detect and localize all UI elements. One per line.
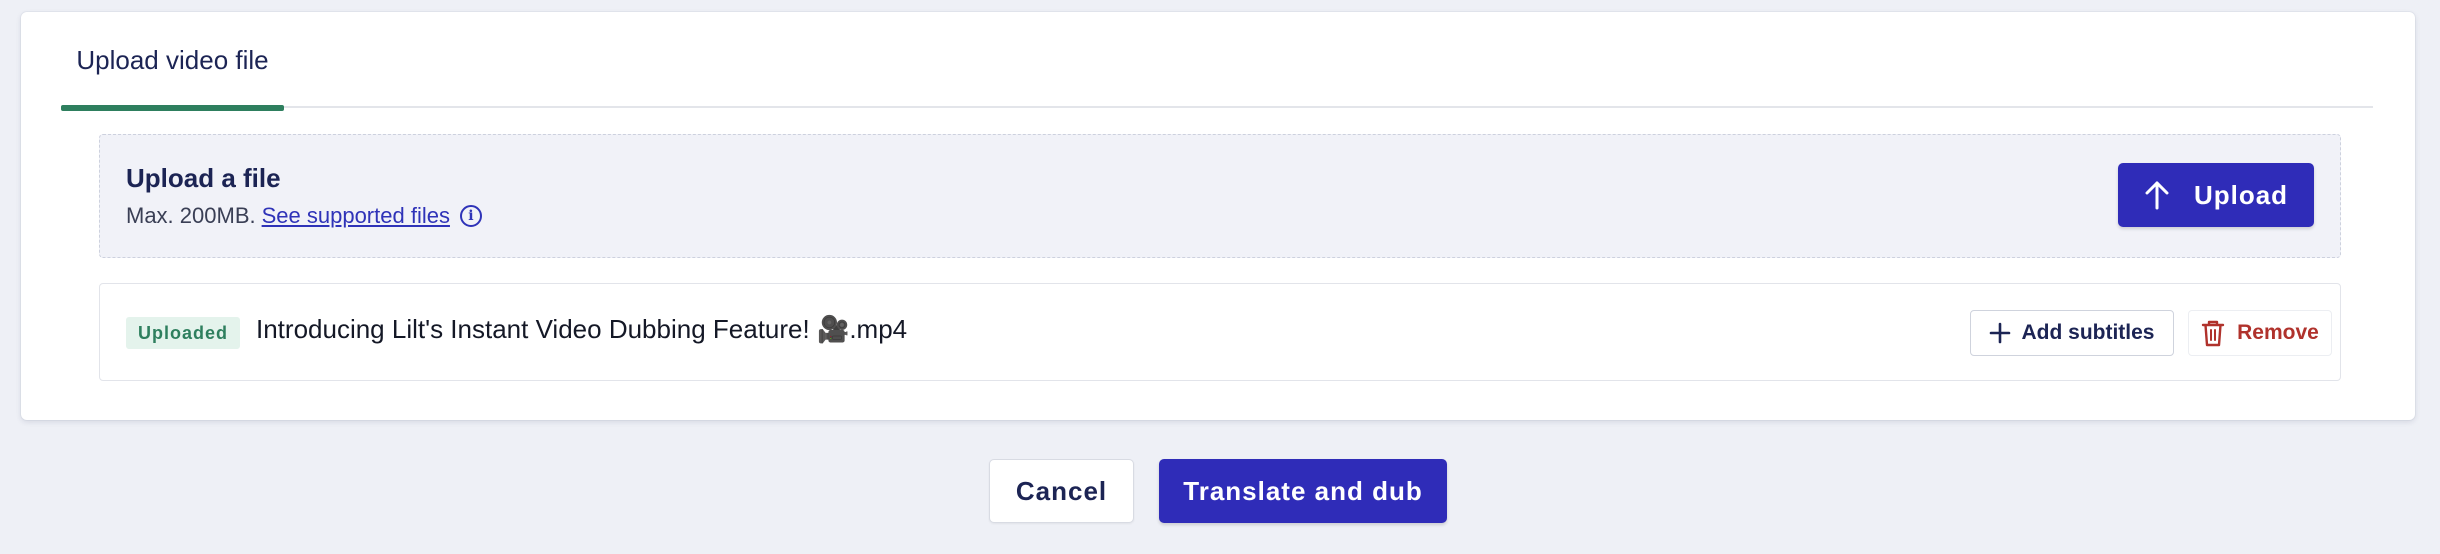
add-subtitles-label: Add subtitles: [2021, 321, 2155, 344]
upload-button[interactable]: Upload: [2118, 163, 2314, 227]
max-size-text: Max. 200MB.: [126, 203, 256, 228]
plus-icon: [1989, 322, 2011, 344]
tab-label: Upload video file: [76, 44, 269, 75]
add-subtitles-button[interactable]: Add subtitles: [1970, 310, 2174, 356]
status-badge: Uploaded: [126, 317, 241, 349]
trash-icon: [2201, 319, 2225, 347]
info-icon[interactable]: i: [459, 205, 482, 227]
upload-subtitle: Max. 200MB. See supported files i: [126, 203, 482, 229]
tab-active-indicator: [61, 105, 284, 111]
upload-dropzone[interactable]: Upload a file Max. 200MB. See supported …: [99, 134, 2341, 258]
uploaded-file-row: Uploaded Introducing Lilt's Instant Vide…: [99, 283, 2341, 381]
supported-files-link[interactable]: See supported files: [262, 203, 450, 229]
arrow-up-icon: [2144, 180, 2170, 210]
remove-button[interactable]: Remove: [2188, 310, 2332, 356]
upload-button-label: Upload: [2193, 179, 2289, 210]
tab-upload-video-file[interactable]: Upload video file: [61, 12, 284, 111]
upload-card: Upload video file Upload a file Max. 200…: [21, 12, 2415, 420]
tab-bar: Upload video file: [61, 12, 2373, 111]
upload-title: Upload a file: [126, 163, 281, 193]
remove-label: Remove: [2237, 321, 2319, 344]
translate-and-dub-button[interactable]: Translate and dub: [1159, 459, 1447, 523]
cancel-button[interactable]: Cancel: [989, 459, 1134, 523]
file-name: Introducing Lilt's Instant Video Dubbing…: [256, 314, 908, 344]
